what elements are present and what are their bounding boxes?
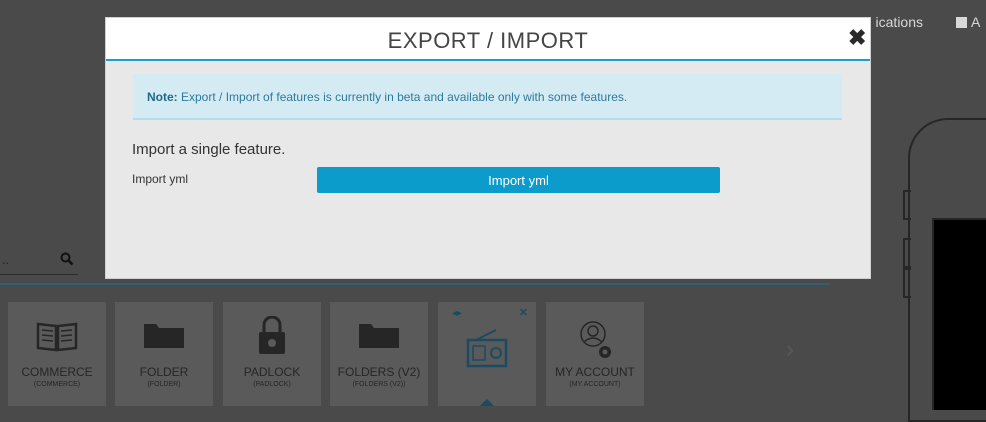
phone-side-button <box>903 268 911 298</box>
tile-sublabel: (COMMERCE) <box>33 381 81 388</box>
tile-sublabel: (FOLDERS (V2)) <box>352 381 406 388</box>
account-settings-icon <box>575 318 615 365</box>
note-label: Note: <box>147 90 178 104</box>
tile-label: PADLOCK <box>243 365 301 379</box>
beta-note: Note: Export / Import of features is cur… <box>133 74 842 120</box>
tile-label: MY ACCOUNT <box>555 365 635 379</box>
note-text: Export / Import of features is currently… <box>177 90 628 104</box>
tile-label: FOLDER <box>139 365 189 379</box>
tile-label: FOLDERS (V2) <box>337 365 421 379</box>
folder-icon <box>142 320 186 355</box>
search-field[interactable]: .. <box>0 248 78 275</box>
account-label: A <box>971 14 981 30</box>
modal-title: EXPORT / IMPORT <box>387 28 589 53</box>
phone-preview-screen <box>932 218 986 410</box>
tile-label: COMMERCE <box>21 365 93 379</box>
feature-tile-folder[interactable]: FOLDER (FOLDER) <box>115 302 213 406</box>
book-icon <box>36 320 78 357</box>
feature-tile-radio[interactable]: ◂▸ ✕ <box>438 302 536 406</box>
radio-icon <box>466 328 508 373</box>
feature-tile-folders-v2[interactable]: FOLDERS (V2) (FOLDERS (V2)) <box>330 302 428 406</box>
reorder-arrows-icon[interactable]: ◂▸ <box>452 308 462 319</box>
feature-tile-commerce[interactable]: COMMERCE (COMMERCE) <box>8 302 106 406</box>
next-arrow-icon[interactable]: › <box>786 336 794 364</box>
feature-tile-my-account[interactable]: MY ACCOUNT (MY ACCOUNT) <box>546 302 644 406</box>
section-title: Import a single feature. <box>132 141 286 158</box>
modal-header: EXPORT / IMPORT ✖ <box>106 18 870 61</box>
import-yml-label: Import yml <box>132 172 189 186</box>
account-link[interactable]: A <box>956 14 986 30</box>
search-icon[interactable] <box>60 252 74 269</box>
phone-side-button <box>903 190 911 220</box>
padlock-icon <box>257 315 287 361</box>
folder-icon <box>357 320 401 355</box>
notifications-link[interactable]: ications <box>876 14 923 30</box>
active-indicator <box>480 399 494 406</box>
feature-tile-padlock[interactable]: PADLOCK (PADLOCK) <box>223 302 321 406</box>
import-yml-button[interactable]: Import yml <box>317 167 720 193</box>
close-icon[interactable]: ✖ <box>848 27 866 49</box>
tile-sublabel: (PADLOCK) <box>253 381 291 388</box>
user-icon <box>956 17 967 28</box>
export-import-modal: EXPORT / IMPORT ✖ Note: Export / Import … <box>106 18 870 278</box>
search-input-text: .. <box>2 252 10 267</box>
tile-sublabel: (FOLDER) <box>147 381 181 388</box>
phone-side-button <box>903 238 911 268</box>
remove-tile-icon[interactable]: ✕ <box>519 306 528 319</box>
tile-sublabel: (MY ACCOUNT) <box>569 381 621 388</box>
